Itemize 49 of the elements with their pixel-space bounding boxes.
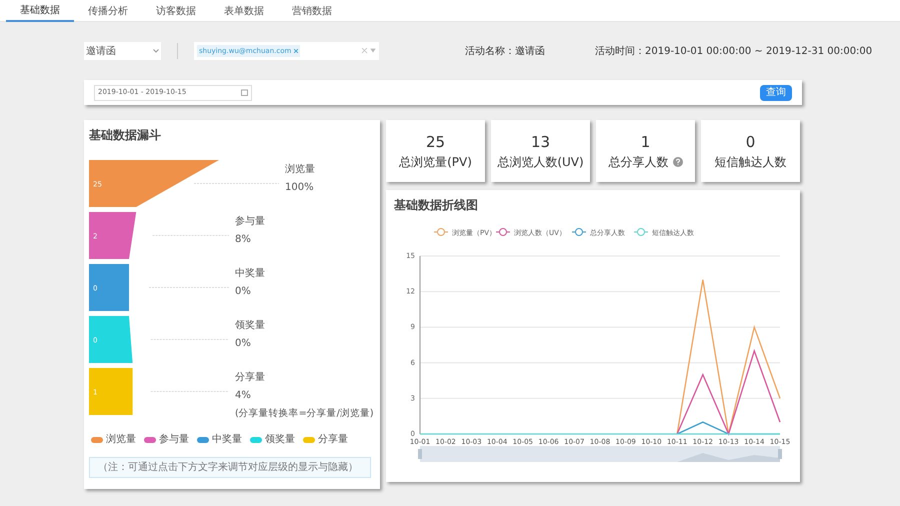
funnel-segment[interactable] [89,212,136,259]
tab[interactable]: 传播分析 [74,0,142,22]
activity-select[interactable]: 邀请函 [84,42,161,60]
legend-label[interactable]: 分享量 [318,432,348,447]
stat-value: 13 [530,132,550,153]
funnel-label: 参与量 [235,216,265,227]
tab[interactable]: 营销数据 [278,0,346,22]
legend-swatch[interactable] [303,436,315,442]
stat-value: 0 [746,132,756,153]
legend-label[interactable]: 中奖量 [212,432,242,447]
funnel-percent: 8% [235,234,251,245]
funnel-label: 浏览量 [285,164,315,175]
stat-label: 总浏览量(PV) [399,154,472,172]
legend-swatch[interactable] [250,436,262,442]
stat-label: 短信触达人数 [714,154,786,172]
stat-value: 1 [640,132,650,153]
calendar-icon [241,89,248,96]
stat-label: 总分享人数 [608,154,668,172]
legend-swatch[interactable] [144,436,156,442]
tab[interactable]: 基础数据 [6,0,74,22]
tab[interactable]: 访客数据 [142,0,210,22]
legend-label[interactable]: 浏览量 [106,432,136,447]
funnel-segment[interactable] [89,316,133,363]
legend-label[interactable]: 参与量 [159,432,189,447]
funnel-percent: 0% [235,286,251,297]
stat-label: 总浏览人数(UV) [497,154,584,172]
funnel-segment[interactable] [89,160,219,207]
zoom-slider[interactable] [418,446,782,462]
clear-icon [362,48,376,54]
activity-name: 活动名称：邀请函 [465,44,545,58]
funnel-note: (分享量转换率=分享量/浏览量) [235,408,374,419]
legend-label[interactable]: 领奖量 [265,432,295,447]
legend-swatch[interactable] [197,436,209,442]
activity-time: 活动时间：2019-10-01 00:00:00 ~ 2019-12-31 00:00:00 [595,44,872,58]
legend-swatch[interactable] [91,436,103,442]
close-icon[interactable] [294,49,298,53]
help-icon[interactable] [672,157,682,168]
chevron-icon [153,49,159,53]
funnel-label: 分享量 [235,372,265,383]
funnel-percent: 4% [235,390,251,401]
funnel-label: 中奖量 [235,268,265,279]
card-title: 基础数据漏斗 [89,127,162,144]
card-title: 基础数据折线图 [394,197,479,214]
stat-value: 25 [426,132,446,153]
tab[interactable]: 表单数据 [210,0,278,22]
funnel-percent: 100% [285,182,314,193]
hint-box: （注：可通过点击下方文字来调节对应层级的显示与隐藏） [89,457,371,478]
funnel-label: 领奖量 [235,320,265,331]
funnel-percent: 0% [235,338,251,349]
